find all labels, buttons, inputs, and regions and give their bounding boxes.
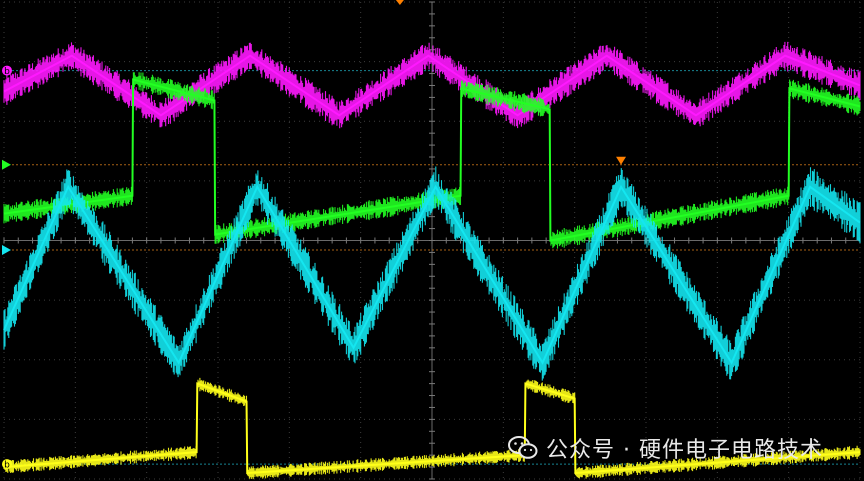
watermark: 公众号 · 硬件电子电路技术 [508,432,823,464]
channel-marker-label-1: b [4,67,10,77]
wechat-icon [508,436,538,459]
channel-marker-label-4: b [4,461,10,471]
watermark-text: 公众号 · 硬件电子电路技术 [546,438,823,463]
oscilloscope-display: bb [0,0,864,481]
